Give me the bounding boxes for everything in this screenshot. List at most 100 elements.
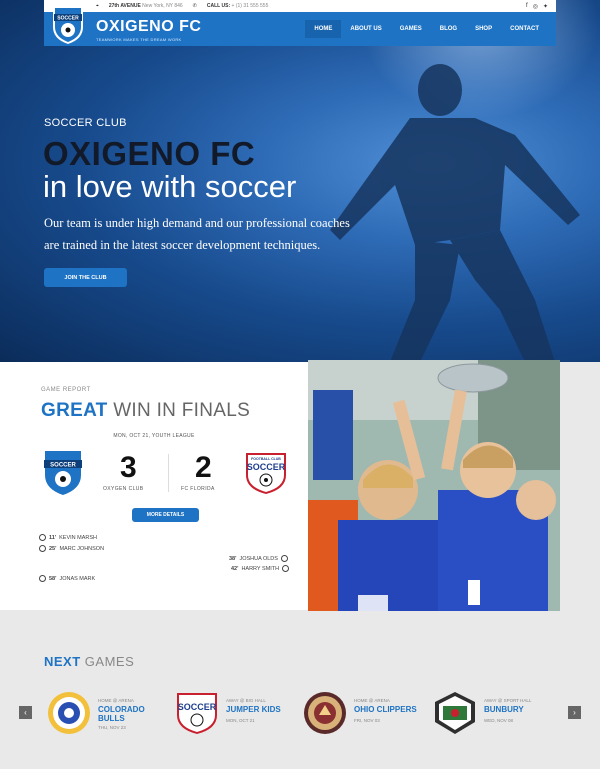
game-venue: AWAY @ SPORT HALL: [484, 698, 532, 703]
main-navbar: SOCCER OXIGENO FC TEAMWORK MAKES THE DRE…: [44, 6, 556, 46]
menu-item-blog[interactable]: BLOG: [431, 20, 466, 38]
soccer-ball-icon: [39, 575, 46, 582]
game-date: THU, NOV 23: [98, 725, 126, 730]
address-city: New York, NY 846: [142, 3, 183, 9]
scorer-row: 38' JOSHUA OLDS: [229, 555, 288, 562]
brand-tagline: TEAMWORK MAKES THE DREAM WORK: [96, 37, 182, 42]
join-club-button[interactable]: JOIN THE CLUB: [44, 268, 127, 287]
soccer-ball-icon: [39, 545, 46, 552]
scorer-name: MARC JOHNSON: [59, 545, 105, 552]
scorer-name: JOSHUA OLDS: [239, 555, 278, 562]
top-info-bar: ⌖ 27th AVENUE New York, NY 846 ✆ CALL US…: [44, 0, 556, 12]
game-venue: HOME @ ARENA: [98, 698, 134, 703]
hero-title: OXIGENO FC: [43, 135, 256, 172]
home-team-name: OXYGEN CLUB: [103, 486, 144, 492]
game-date: WED, NOV 08: [484, 718, 514, 723]
game-card[interactable]: AWAY @ SPORT HALL BUNBURY WED, NOV 08: [432, 690, 562, 740]
scorer-row: 42' HARRY SMITH: [231, 565, 290, 572]
more-details-button[interactable]: MORE DETAILS: [132, 508, 199, 522]
scorer-name: KEVIN MARSH: [59, 534, 98, 541]
jumper-kids-logo: SOCCER: [177, 693, 217, 734]
scorer-name: JONAS MARK: [59, 575, 96, 582]
game-card[interactable]: SOCCER AWAY @ BIG HALL JUMPER KIDS MON, …: [174, 690, 304, 740]
game-team: OHIO CLIPPERS: [354, 705, 417, 714]
scorer-minute: 58': [49, 575, 57, 582]
away-team-logo[interactable]: FOOTBALL CLUB SOCCER: [242, 449, 290, 495]
menu-item-games[interactable]: GAMES: [391, 20, 431, 38]
club-logo[interactable]: SOCCER: [50, 3, 86, 45]
social-links: f ◎ ✦: [526, 3, 548, 10]
trophy-celebration-photo: [308, 360, 560, 611]
away-team-name: FC FLORIDA: [181, 486, 215, 492]
report-title-bold: GREAT: [41, 400, 108, 421]
twitter-icon[interactable]: ✦: [543, 3, 548, 10]
brand-block[interactable]: OXIGENO FC TEAMWORK MAKES THE DREAM WORK: [96, 18, 201, 42]
hero-description: Our team is under high demand and our pr…: [44, 212, 404, 256]
logo-text: SOCCER: [57, 16, 79, 22]
location-icon: ⌖: [96, 3, 99, 9]
menu-item-home[interactable]: HOME: [305, 20, 342, 38]
game-date: MON, OCT 21: [226, 718, 255, 723]
soccer-ball-icon: [282, 565, 290, 572]
scorer-row: 25' MARC JOHNSON: [39, 545, 104, 552]
soccer-ball-icon: [39, 534, 46, 541]
colorado-bulls-logo: [48, 692, 90, 734]
scorer-row: 11' KEVIN MARSH: [39, 534, 97, 541]
away-score: 2: [195, 451, 212, 484]
away-logo-text: SOCCER: [247, 462, 286, 472]
report-meta: MON, OCT 21, YOUTH LEAGUE: [113, 433, 195, 439]
soccer-ball-icon: [280, 555, 288, 562]
hero-description-line: Our team is under high demand and our pr…: [44, 216, 350, 230]
menu-item-contact[interactable]: CONTACT: [501, 20, 548, 38]
phone-icon: ✆: [192, 3, 197, 9]
report-kicker: GAME REPORT: [41, 387, 91, 393]
game-date: FRI, NOV 03: [354, 718, 380, 723]
main-menu: HOME ABOUT US GAMES BLOG SHOP CONTACT: [305, 12, 548, 46]
game-card[interactable]: HOME @ ARENA OHIO CLIPPERS FRI, NOV 03: [302, 690, 432, 740]
hero-description-line: are trained in the latest soccer develop…: [44, 238, 321, 252]
brand-name: OXIGENO FC: [96, 18, 202, 35]
game-team-line: COLORADO: [98, 705, 145, 714]
scorer-minute: 11': [49, 534, 57, 541]
call-label: CALL US:: [206, 3, 231, 9]
home-score: 3: [120, 451, 137, 484]
game-report-card: GAME REPORT GREAT WIN IN FINALS MON, OCT…: [0, 362, 308, 610]
ohio-clippers-logo: [304, 692, 346, 734]
game-team-line: BULLS: [98, 714, 125, 723]
facebook-icon[interactable]: f: [526, 3, 528, 10]
game-team: BUNBURY: [484, 705, 524, 714]
bunbury-logo: [435, 692, 475, 734]
game-team: COLORADO BULLS: [98, 705, 145, 723]
menu-item-shop[interactable]: SHOP: [466, 20, 501, 38]
score-divider: [168, 454, 169, 492]
hero-player-silhouette: [330, 64, 580, 362]
next-games-title-bold: NEXT: [44, 654, 81, 669]
address-street: 27th AVENUE: [108, 3, 141, 9]
game-venue: AWAY @ BIG HALL: [226, 698, 266, 703]
scorer-minute: 42': [231, 565, 239, 572]
next-games-title-rest: GAMES: [84, 654, 135, 669]
scorer-minute: 38': [229, 555, 237, 562]
game-team: JUMPER KIDS: [226, 705, 281, 714]
scorer-name: HARRY SMITH: [241, 565, 280, 572]
report-title: GREAT WIN IN FINALS: [41, 400, 250, 422]
chevron-right-icon: ›: [573, 708, 576, 717]
game-venue: HOME @ ARENA: [354, 698, 390, 703]
report-title-rest: WIN IN FINALS: [113, 400, 251, 421]
menu-item-about-us[interactable]: ABOUT US: [341, 20, 390, 38]
scorer-row: 58' JONAS MARK: [39, 575, 95, 582]
jumper-kids-logo-text: SOCCER: [178, 702, 217, 712]
next-games-title: NEXT GAMES: [44, 654, 134, 669]
carousel-next-button[interactable]: ›: [568, 706, 581, 719]
hero-kicker: SOCCER CLUB: [44, 117, 127, 129]
instagram-icon[interactable]: ◎: [533, 3, 538, 10]
home-team-logo[interactable]: SOCCER: [42, 448, 84, 496]
chevron-left-icon: ‹: [24, 708, 27, 717]
phone-number[interactable]: + (1) 31 555 555: [232, 3, 269, 9]
carousel-prev-button[interactable]: ‹: [19, 706, 32, 719]
game-card[interactable]: HOME @ ARENA COLORADO BULLS THU, NOV 23: [46, 690, 176, 740]
scorer-minute: 25': [49, 545, 57, 552]
away-logo-top-text: FOOTBALL CLUB: [251, 457, 281, 461]
home-logo-text: SOCCER: [50, 463, 76, 469]
hero-subtitle: in love with soccer: [43, 169, 297, 204]
